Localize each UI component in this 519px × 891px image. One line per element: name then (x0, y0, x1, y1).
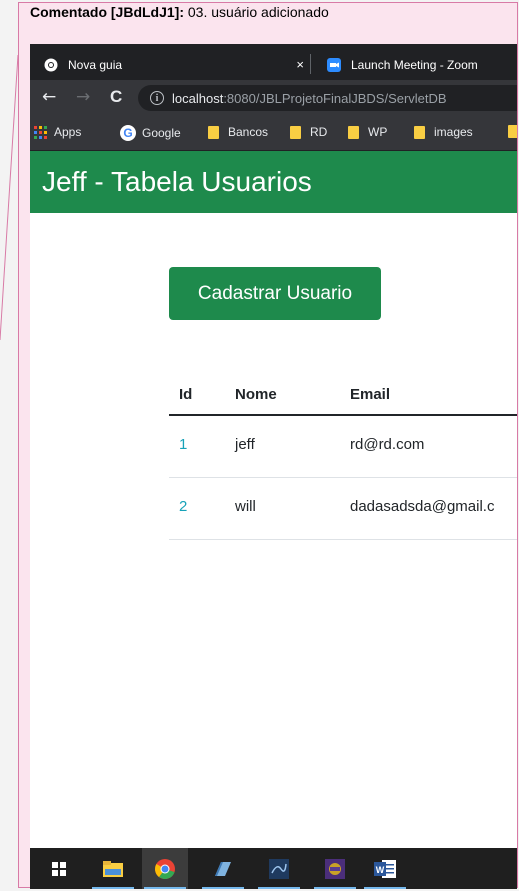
back-arrow-icon[interactable]: ← (42, 87, 56, 107)
bookmark-wp[interactable]: WP (348, 125, 387, 139)
comment-text: 03. usuário adicionado (184, 4, 329, 20)
app-icon[interactable] (256, 848, 302, 889)
bookmark-label: WP (368, 125, 388, 139)
bookmark-google[interactable]: G Google (120, 125, 181, 141)
bookmark-label: Bancos (228, 125, 269, 139)
user-email: dadasadsda@gmail.c (350, 498, 495, 515)
url-host: localhost (172, 90, 224, 106)
tab-divider (310, 54, 311, 74)
bookmark-label: Apps (54, 125, 82, 139)
app-icon[interactable] (312, 848, 358, 889)
comment-label: Comentado [JBdLdJ1]: (30, 4, 184, 20)
chrome-icon[interactable] (142, 848, 188, 889)
reload-icon[interactable]: C (110, 87, 122, 107)
svg-text:W: W (376, 865, 385, 875)
bookmark-more[interactable] (508, 125, 517, 138)
cadastrar-usuario-button[interactable]: Cadastrar Usuario (169, 267, 381, 320)
word-icon[interactable]: W (362, 848, 408, 889)
bookmark-apps[interactable]: Apps (34, 125, 81, 139)
folder-icon (508, 125, 517, 138)
apps-grid-icon (34, 125, 47, 139)
url-text[interactable]: localhost:8080/JBLProjetoFinalJBDS/Servl… (172, 91, 447, 106)
zoom-favicon-icon (327, 58, 341, 72)
folder-icon (208, 125, 219, 139)
browser-tab-bar: Nova guia × Launch Meeting - Zoom (30, 44, 517, 82)
tab-zoom[interactable]: Launch Meeting - Zoom (313, 48, 517, 82)
user-id-link[interactable]: 1 (179, 436, 187, 453)
omnibox[interactable]: i localhost:8080/JBLProjetoFinalJBDS/Ser… (138, 85, 517, 111)
bookmark-rd[interactable]: RD (290, 125, 327, 139)
column-header-nome: Nome (235, 386, 277, 403)
user-id-link[interactable]: 2 (179, 498, 187, 515)
tab-title: Nova guia (68, 58, 123, 72)
app-icon[interactable] (200, 848, 246, 889)
active-indicator (314, 887, 356, 889)
bookmark-label: Google (142, 126, 181, 140)
user-nome: will (235, 498, 256, 515)
bookmark-images[interactable]: images (414, 125, 473, 139)
url-path: :8080/JBLProjetoFinalJBDS/ServletDB (223, 90, 447, 106)
screenshot: Nova guia × Launch Meeting - Zoom ← → C … (30, 44, 517, 889)
comment-header: Comentado [JBdLdJ1]: 03. usuário adicion… (30, 4, 329, 20)
table-row: 2 will dadasadsda@gmail.c (169, 478, 517, 540)
file-explorer-icon[interactable] (90, 848, 136, 889)
bookmark-label: images (434, 125, 473, 139)
page-header: Jeff - Tabela Usuarios (30, 151, 517, 213)
active-indicator (258, 887, 300, 889)
column-header-id: Id (179, 386, 193, 403)
table-header: Id Nome Email (169, 374, 517, 416)
page-title: Jeff - Tabela Usuarios (42, 166, 312, 197)
active-indicator (144, 887, 186, 889)
bookmark-bancos[interactable]: Bancos (208, 125, 268, 139)
windows-taskbar: W (30, 848, 517, 889)
address-bar-row: ← → C i localhost:8080/JBLProjetoFinalJB… (30, 80, 517, 116)
bookmarks-bar: Apps G Google Bancos RD WP images (30, 116, 517, 151)
tab-nova-guia[interactable]: Nova guia × (30, 48, 310, 82)
windows-start-icon[interactable] (36, 848, 82, 889)
bookmark-label: RD (310, 125, 328, 139)
chrome-favicon-icon (44, 58, 58, 72)
folder-icon (414, 125, 425, 139)
forward-arrow-icon[interactable]: → (76, 87, 90, 107)
user-nome: jeff (235, 436, 255, 453)
info-icon[interactable]: i (150, 91, 164, 105)
active-indicator (92, 887, 134, 889)
table-row: 1 jeff rd@rd.com (169, 416, 517, 478)
folder-icon (348, 125, 359, 139)
user-email: rd@rd.com (350, 436, 425, 453)
folder-icon (290, 125, 301, 139)
google-icon: G (120, 125, 136, 141)
close-icon[interactable]: × (296, 57, 304, 72)
active-indicator (364, 887, 406, 889)
tab-title: Launch Meeting - Zoom (351, 58, 478, 72)
column-header-email: Email (350, 386, 391, 403)
active-indicator (202, 887, 244, 889)
